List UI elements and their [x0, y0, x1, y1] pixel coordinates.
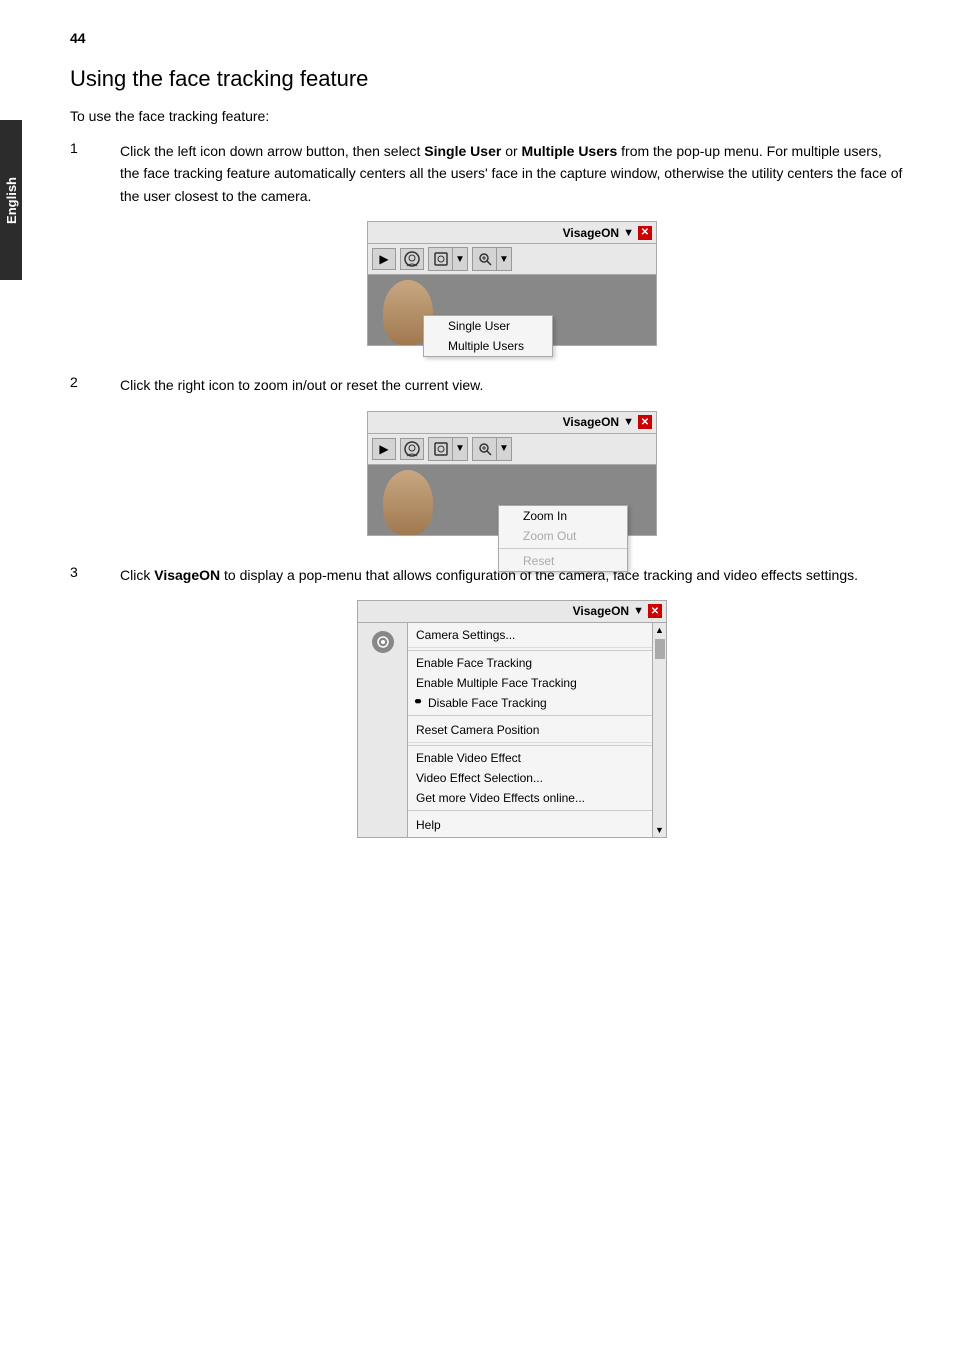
- toolbar-2: ▶ ▼: [368, 434, 656, 465]
- video-dropdown-area-2: Zoom In Zoom Out Reset: [368, 465, 656, 535]
- language-tab: English: [0, 120, 22, 280]
- screenshot-1-wrapper: VisageON ▼ ✕ ▶ ▼: [120, 221, 904, 346]
- dropdown-arrow-2[interactable]: ▼: [623, 416, 634, 428]
- left-dropdown-btn-2[interactable]: ▼: [453, 438, 467, 460]
- left-panel-3: [358, 623, 408, 837]
- scroll-track: [655, 635, 665, 825]
- help-item[interactable]: Help: [408, 813, 652, 837]
- video-dropdown-area-1: Single User Multiple Users: [368, 275, 656, 345]
- right-icon-group-2: ▼: [472, 437, 512, 461]
- zoom-in-item[interactable]: Zoom In: [499, 506, 627, 526]
- right-dropdown-btn-2[interactable]: ▼: [497, 438, 511, 460]
- disable-face-tracking-item[interactable]: ● Disable Face Tracking: [408, 693, 652, 713]
- dropdown-menu-2: Zoom In Zoom Out Reset: [498, 505, 628, 572]
- bold-visageon: VisageON: [154, 567, 220, 583]
- step-2-content: Click the right icon to zoom in/out or r…: [120, 374, 904, 535]
- enable-video-effect-item[interactable]: Enable Video Effect: [408, 748, 652, 768]
- page-title: Using the face tracking feature: [70, 66, 904, 92]
- single-user-item[interactable]: Single User: [424, 316, 552, 336]
- bullet-icon: ●: [414, 696, 420, 707]
- step-2-text: Click the right icon to zoom in/out or r…: [120, 374, 904, 396]
- visageon-label-1[interactable]: VisageON: [563, 226, 619, 240]
- get-more-video-item[interactable]: Get more Video Effects online...: [408, 788, 652, 808]
- step-3-content: Click VisageON to display a pop-menu tha…: [120, 564, 904, 838]
- enable-face-tracking-item[interactable]: Enable Face Tracking: [408, 653, 652, 673]
- sep-3: [408, 745, 652, 746]
- face-btn-1[interactable]: [400, 248, 424, 270]
- sep-4: [408, 810, 652, 811]
- step-3-number: 3: [70, 564, 100, 838]
- multiple-users-item[interactable]: Multiple Users: [424, 336, 552, 356]
- left-icon-group-2: ▼: [428, 437, 468, 461]
- video-effect-selection-item[interactable]: Video Effect Selection...: [408, 768, 652, 788]
- screenshot-2: VisageON ▼ ✕ ▶ ▼: [367, 411, 657, 536]
- step-1-content: Click the left icon down arrow button, t…: [120, 140, 904, 346]
- body-area-3: Camera Settings... Enable Face Tracking …: [358, 623, 666, 837]
- play-btn-1[interactable]: ▶: [372, 248, 396, 270]
- camera-settings-item[interactable]: Camera Settings...: [408, 623, 652, 648]
- separator-zoom: [499, 548, 627, 549]
- left-settings-btn-2[interactable]: [429, 438, 453, 460]
- intro-text: To use the face tracking feature:: [70, 108, 904, 124]
- left-settings-btn-1[interactable]: [429, 248, 453, 270]
- camera-icon-3[interactable]: [372, 631, 394, 653]
- dropdown-arrow-3[interactable]: ▼: [633, 605, 644, 617]
- right-zoom-btn-1[interactable]: [473, 248, 497, 270]
- language-label: English: [4, 177, 19, 224]
- step-3: 3 Click VisageON to display a pop-menu t…: [70, 564, 904, 838]
- screenshot-3: VisageON ▼ ✕ Camera Settin: [357, 600, 667, 838]
- titlebar-3: VisageON ▼ ✕: [358, 601, 666, 623]
- step-2: 2 Click the right icon to zoom in/out or…: [70, 374, 904, 535]
- reset-item: Reset: [499, 551, 627, 571]
- scrollbar-3[interactable]: ▲ ▼: [652, 623, 666, 837]
- main-menu-3: Camera Settings... Enable Face Tracking …: [408, 623, 652, 837]
- play-btn-2[interactable]: ▶: [372, 438, 396, 460]
- step-1-number: 1: [70, 140, 100, 346]
- bold-multiple-users: Multiple Users: [522, 143, 618, 159]
- sep-2: [408, 715, 652, 716]
- scroll-thumb[interactable]: [655, 639, 665, 659]
- enable-multiple-face-tracking-item[interactable]: Enable Multiple Face Tracking: [408, 673, 652, 693]
- reset-camera-position-item[interactable]: Reset Camera Position: [408, 718, 652, 743]
- face-btn-2[interactable]: [400, 438, 424, 460]
- disable-face-tracking-label: Disable Face Tracking: [428, 696, 547, 710]
- close-btn-2[interactable]: ✕: [638, 415, 652, 429]
- bold-single-user: Single User: [424, 143, 501, 159]
- right-zoom-btn-2[interactable]: [473, 438, 497, 460]
- zoom-out-item: Zoom Out: [499, 526, 627, 546]
- visageon-label-2[interactable]: VisageON: [563, 415, 619, 429]
- titlebar-1: VisageON ▼ ✕: [368, 222, 656, 244]
- screenshot-2-wrapper: VisageON ▼ ✕ ▶ ▼: [120, 411, 904, 536]
- scroll-down-arrow[interactable]: ▼: [655, 825, 664, 835]
- close-btn-3[interactable]: ✕: [648, 604, 662, 618]
- step-1: 1 Click the left icon down arrow button,…: [70, 140, 904, 346]
- video-face-2: [383, 470, 433, 535]
- left-icon-group-1: ▼: [428, 247, 468, 271]
- right-dropdown-btn-1[interactable]: ▼: [497, 248, 511, 270]
- scroll-up-arrow[interactable]: ▲: [655, 625, 664, 635]
- toolbar-1: ▶ ▼: [368, 244, 656, 275]
- dropdown-menu-1: Single User Multiple Users: [423, 315, 553, 357]
- left-dropdown-btn-1[interactable]: ▼: [453, 248, 467, 270]
- right-icon-group-1: ▼: [472, 247, 512, 271]
- page-number: 44: [70, 30, 904, 46]
- close-btn-1[interactable]: ✕: [638, 226, 652, 240]
- screenshot-3-wrapper: VisageON ▼ ✕ Camera Settin: [120, 600, 904, 838]
- sep-1: [408, 650, 652, 651]
- visageon-label-3[interactable]: VisageON: [573, 604, 629, 618]
- step-2-number: 2: [70, 374, 100, 535]
- step-1-text: Click the left icon down arrow button, t…: [120, 140, 904, 207]
- screenshot-1: VisageON ▼ ✕ ▶ ▼: [367, 221, 657, 346]
- dropdown-arrow-1[interactable]: ▼: [623, 227, 634, 239]
- titlebar-2: VisageON ▼ ✕: [368, 412, 656, 434]
